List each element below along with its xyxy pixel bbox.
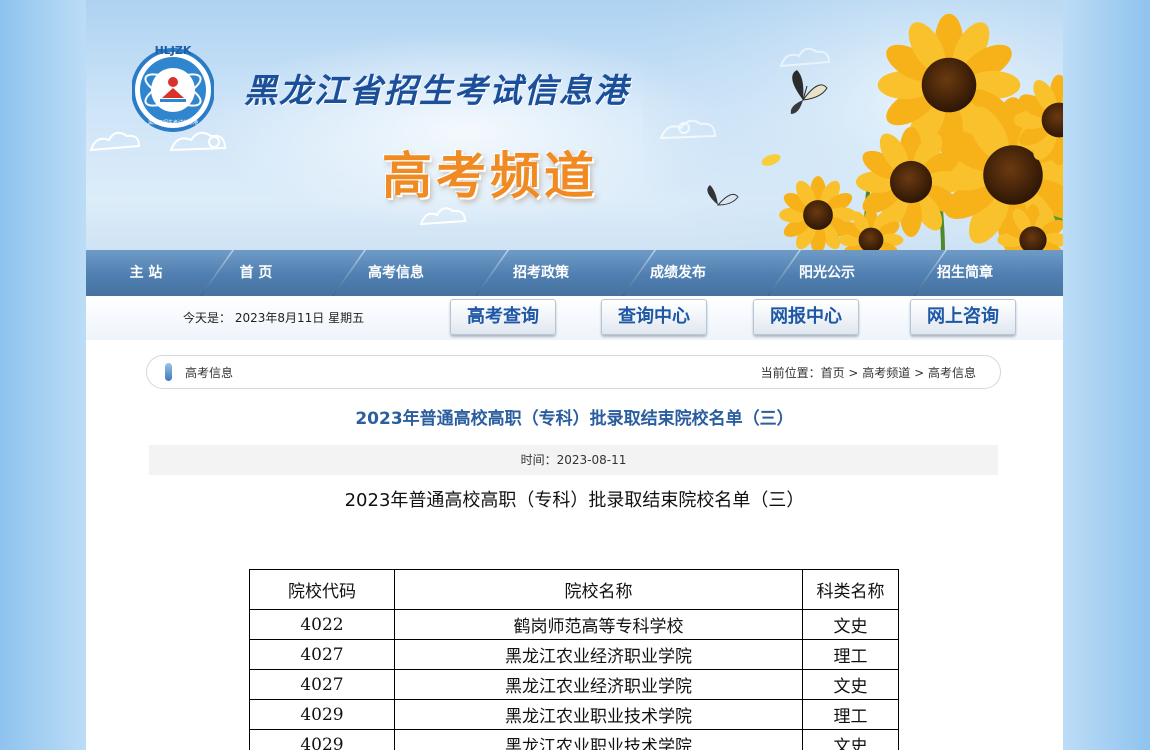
category-marker-icon (165, 363, 172, 381)
logo-text: HLJZK (155, 44, 192, 57)
breadcrumb-prefix: 当前位置： (760, 366, 821, 380)
cloud-icon (89, 131, 141, 152)
nav-item-gaokao-info[interactable]: 高考信息 (341, 250, 451, 296)
nav-item-public-notice[interactable]: 阳光公示 (772, 250, 882, 296)
results-table: 院校代码 院校名称 科类名称 4022 鹤岗师范高等专科学校 文史 4027 黑… (249, 569, 899, 750)
article-meta: 时间：2023-08-11 (149, 445, 998, 475)
gaokao-query-button[interactable]: 高考查询 (450, 299, 556, 335)
channel-title: 高考频道 (382, 147, 598, 205)
breadcrumb-separator: > (844, 366, 863, 380)
breadcrumb-separator: > (910, 366, 928, 380)
cell-school-code: 4022 (249, 609, 395, 640)
main-nav: 主 站 首 页 高考信息 招考政策 成绩发布 阳光公示 招生简章 (86, 250, 1063, 296)
nav-item-main-site[interactable]: 主 站 (106, 250, 186, 296)
today-date: 今天是： 2023年8月11日 星期五 (183, 311, 365, 325)
table-row: 4022 鹤岗师范高等专科学校 文史 (249, 609, 899, 640)
header-banner: HLJZK 黑龙江招生考试信息港 黑龙江省招生考试信息港 高考频道 (86, 0, 1063, 250)
article-time: 时间：2023-08-11 (520, 453, 627, 467)
cell-school-name: 鹤岗师范高等专科学校 (394, 609, 803, 640)
table-row: 4027 黑龙江农业经济职业学院 文史 (249, 669, 899, 700)
cloud-icon (419, 207, 467, 226)
cell-school-name: 黑龙江农业职业技术学院 (394, 699, 803, 730)
breadcrumb: 高考信息 当前位置：首页 > 高考频道 > 高考信息 (146, 355, 1001, 389)
cloud-icon (169, 131, 227, 152)
article-body-heading: 2023年普通高校高职（专科）批录取结束院校名单（三） (344, 490, 805, 511)
cell-category: 文史 (802, 669, 899, 700)
online-consult-button[interactable]: 网上咨询 (910, 299, 1016, 335)
nav-item-scores[interactable]: 成绩发布 (623, 250, 733, 296)
cell-school-code: 4029 (249, 729, 395, 750)
nav-item-policy[interactable]: 招考政策 (486, 250, 596, 296)
breadcrumb-category: 高考信息 (185, 366, 234, 380)
site-name: 黑龙江省招生考试信息港 (244, 71, 629, 110)
header-category: 科类名称 (802, 569, 899, 610)
header-school-code: 院校代码 (249, 569, 395, 610)
nav-item-admission-guide[interactable]: 招生简章 (910, 250, 1020, 296)
header-school-name: 院校名称 (394, 569, 803, 610)
query-center-button[interactable]: 查询中心 (601, 299, 707, 335)
breadcrumb-link-home[interactable]: 首页 (821, 366, 845, 380)
cell-category: 理工 (802, 639, 899, 670)
article-title: 2023年普通高校高职（专科）批录取结束院校名单（三） (355, 409, 794, 429)
page: HLJZK 黑龙江招生考试信息港 黑龙江省招生考试信息港 高考频道 主 站 首 … (86, 0, 1063, 750)
breadcrumb-link-category[interactable]: 高考信息 (928, 366, 976, 380)
cell-school-code: 4027 (249, 639, 395, 670)
cell-school-name: 黑龙江农业经济职业学院 (394, 669, 803, 700)
breadcrumb-link-channel[interactable]: 高考频道 (862, 366, 910, 380)
cell-school-name: 黑龙江农业职业技术学院 (394, 729, 803, 750)
table-header-row: 院校代码 院校名称 科类名称 (249, 569, 899, 610)
breadcrumb-path: 当前位置：首页 > 高考频道 > 高考信息 (761, 364, 976, 381)
quick-bar: 今天是： 2023年8月11日 星期五 高考查询 查询中心 网报中心 网上咨询 (86, 296, 1063, 340)
online-registration-button[interactable]: 网报中心 (753, 299, 859, 335)
table-row: 4029 黑龙江农业职业技术学院 文史 (249, 729, 899, 750)
cell-category: 文史 (802, 609, 899, 640)
cell-category: 文史 (802, 729, 899, 750)
cell-school-code: 4027 (249, 669, 395, 700)
table-row: 4027 黑龙江农业经济职业学院 理工 (249, 639, 899, 670)
table-row: 4029 黑龙江农业职业技术学院 理工 (249, 699, 899, 730)
sunflower-illustration (643, 0, 1063, 250)
nav-item-home[interactable]: 首 页 (216, 250, 296, 296)
cell-school-code: 4029 (249, 699, 395, 730)
cell-category: 理工 (802, 699, 899, 730)
cell-school-name: 黑龙江农业经济职业学院 (394, 639, 803, 670)
